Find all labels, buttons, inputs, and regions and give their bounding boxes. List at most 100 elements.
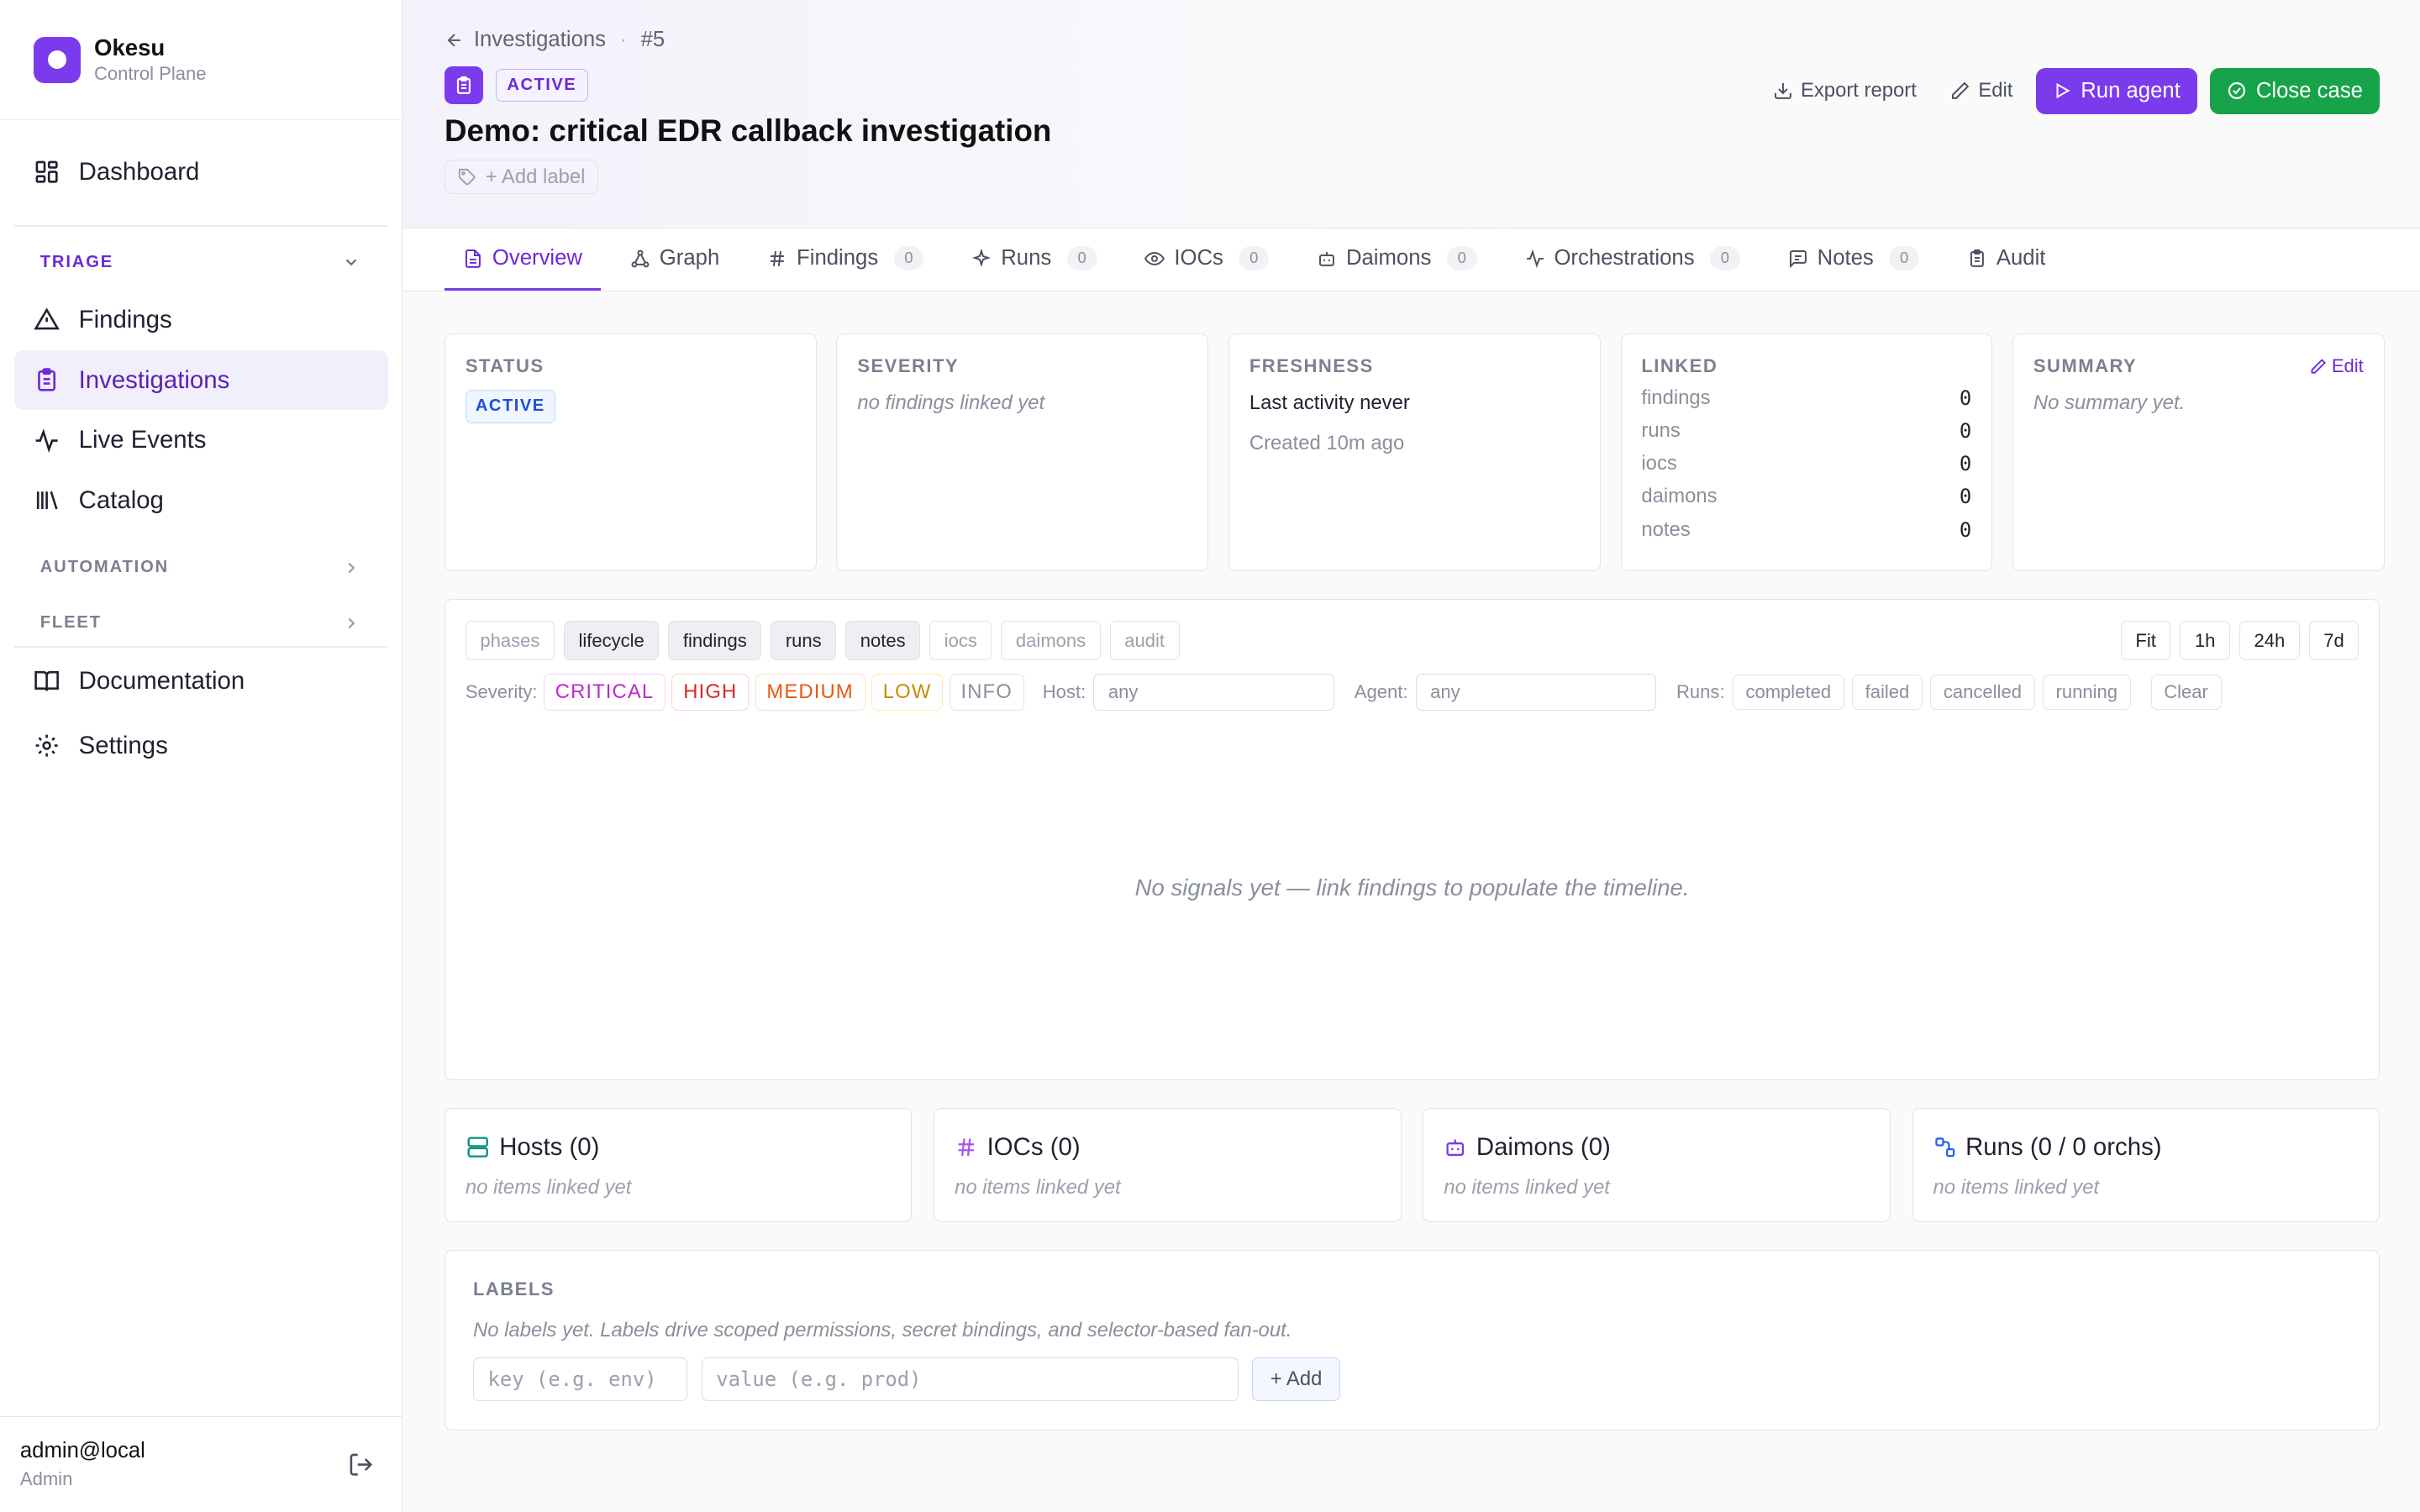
lane-toggles: phases lifecycle findings runs notes iocs daim… bbox=[465, 621, 1180, 660]
tab-label: Overview bbox=[492, 245, 582, 270]
label-value-input[interactable]: value (e.g. prod) bbox=[701, 1357, 1239, 1401]
sidebar-item-investigations[interactable]: Investigations bbox=[13, 349, 388, 411]
sidebar-item-live-events[interactable]: Live Events bbox=[14, 410, 388, 470]
header-actions: Export report Edit Run agent Close case bbox=[1762, 67, 2381, 114]
edit-summary-button[interactable]: Edit bbox=[2310, 355, 2364, 377]
label-key-input[interactable]: key (e.g. env) bbox=[473, 1357, 688, 1401]
run-state-filter-running[interactable]: running bbox=[2042, 674, 2131, 711]
severity-filter-high[interactable]: HIGH bbox=[671, 673, 750, 711]
tab-iocs[interactable]: IOCs 0 bbox=[1126, 228, 1287, 291]
chevron-down-icon bbox=[342, 253, 360, 271]
tab-orchestrations[interactable]: Orchestrations 0 bbox=[1507, 228, 1759, 291]
lane-toggle-lifecycle[interactable]: lifecycle bbox=[563, 621, 660, 660]
edit-button[interactable]: Edit bbox=[1939, 79, 2023, 102]
tab-label: Graph bbox=[659, 245, 720, 270]
add-label-form: key (e.g. env) value (e.g. prod) + Add bbox=[473, 1357, 2351, 1401]
zoom-button[interactable]: 24h bbox=[2238, 621, 2300, 660]
card-empty-text: no items linked yet bbox=[465, 1175, 632, 1199]
card-empty-text: no items linked yet bbox=[1933, 1175, 2100, 1199]
zoom-button[interactable]: Fit bbox=[2120, 621, 2171, 660]
file-text-icon bbox=[463, 249, 483, 269]
agent-filter-input[interactable]: any bbox=[1415, 674, 1657, 711]
run-state-filter-failed[interactable]: failed bbox=[1851, 674, 1923, 711]
card-title: Runs (0 / 0 orchs) bbox=[1965, 1133, 2162, 1162]
sidebar-item-label: Investigations bbox=[78, 365, 230, 394]
section-triage[interactable]: TRIAGE bbox=[0, 234, 402, 290]
close-case-button[interactable]: Close case bbox=[2209, 67, 2381, 114]
section-label: AUTOMATION bbox=[39, 558, 170, 577]
labels-heading: LABELS bbox=[473, 1278, 555, 1299]
sidebar-item-label: Settings bbox=[78, 731, 168, 759]
lane-toggle-findings[interactable]: findings bbox=[668, 621, 762, 660]
timeline-empty-state: No signals yet — link findings to popula… bbox=[1134, 874, 1690, 900]
chevron-right-icon bbox=[342, 614, 360, 633]
linked-row: notes 0 bbox=[1641, 518, 1971, 542]
tab-audit[interactable]: Audit bbox=[1949, 228, 2065, 291]
breadcrumb-parent-link[interactable]: Investigations bbox=[474, 28, 606, 52]
severity-filter-low[interactable]: LOW bbox=[871, 673, 944, 711]
severity-filter-medium[interactable]: MEDIUM bbox=[755, 673, 865, 711]
tab-notes[interactable]: Notes 0 bbox=[1770, 228, 1938, 291]
tab-graph[interactable]: Graph bbox=[612, 228, 738, 291]
add-label-submit-button[interactable]: + Add bbox=[1252, 1357, 1340, 1401]
tab-daimons[interactable]: Daimons 0 bbox=[1298, 228, 1496, 291]
created-time: Created 10m ago bbox=[1249, 432, 1405, 455]
severity-filter-info[interactable]: INFO bbox=[949, 673, 1024, 711]
severity-card: SEVERITY no findings linked yet bbox=[836, 333, 1209, 571]
logout-icon[interactable] bbox=[348, 1452, 374, 1478]
lane-toggle-runs[interactable]: runs bbox=[771, 621, 837, 660]
tab-findings[interactable]: Findings 0 bbox=[749, 228, 942, 291]
run-state-filter-completed[interactable]: completed bbox=[1732, 674, 1844, 711]
linked-key: daimons bbox=[1641, 485, 1718, 508]
lane-toggle-audit[interactable]: audit bbox=[1109, 621, 1180, 660]
lane-toggle-notes[interactable]: notes bbox=[845, 621, 921, 660]
lane-toggle-daimons[interactable]: daimons bbox=[1001, 621, 1101, 660]
hash-icon bbox=[767, 249, 787, 269]
clear-filters-button[interactable]: Clear bbox=[2150, 674, 2222, 711]
brand[interactable]: Okesu Control Plane bbox=[0, 0, 402, 121]
tab-count-badge: 0 bbox=[1066, 245, 1097, 271]
lane-toggle-iocs[interactable]: iocs bbox=[929, 621, 992, 660]
arrow-left-icon[interactable] bbox=[445, 30, 465, 50]
button-label: Run agent bbox=[2081, 78, 2181, 102]
host-filter-input[interactable]: any bbox=[1093, 674, 1334, 711]
sidebar-item-catalog[interactable]: Catalog bbox=[14, 470, 388, 531]
runs-card: Runs (0 / 0 orchs) no items linked yet bbox=[1912, 1107, 2381, 1222]
sidebar: Okesu Control Plane Dashboard TRIAGE Fin… bbox=[0, 0, 403, 1512]
lane-toggle-phases[interactable]: phases bbox=[465, 621, 555, 660]
host-filter-label: Host: bbox=[1042, 681, 1086, 703]
sidebar-item-findings[interactable]: Findings bbox=[14, 290, 388, 350]
card-label: FRESHNESS bbox=[1249, 355, 1374, 377]
tab-overview[interactable]: Overview bbox=[444, 228, 602, 291]
export-report-button[interactable]: Export report bbox=[1762, 79, 1928, 102]
run-agent-button[interactable]: Run agent bbox=[2035, 67, 2198, 114]
section-fleet[interactable]: FLEET bbox=[0, 596, 402, 651]
sidebar-item-settings[interactable]: Settings bbox=[14, 716, 388, 776]
card-label: STATUS bbox=[465, 355, 544, 377]
severity-filter-critical[interactable]: CRITICAL bbox=[543, 673, 666, 711]
card-label: LINKED bbox=[1641, 355, 1718, 377]
sidebar-item-label: Catalog bbox=[78, 486, 164, 514]
zoom-button[interactable]: 1h bbox=[2180, 621, 2230, 660]
user-role: Admin bbox=[19, 1467, 73, 1489]
card-title: Daimons (0) bbox=[1476, 1133, 1611, 1162]
pencil-icon bbox=[2310, 358, 2327, 375]
app-logo bbox=[34, 36, 81, 83]
dashboard-icon bbox=[34, 159, 60, 185]
tab-label: Findings bbox=[797, 245, 879, 270]
clipboard-icon bbox=[34, 367, 60, 393]
sidebar-item-dashboard[interactable]: Dashboard bbox=[14, 142, 388, 202]
pencil-icon bbox=[1950, 81, 1970, 101]
last-activity: Last activity never bbox=[1249, 391, 1410, 414]
sidebar-item-documentation[interactable]: Documentation bbox=[14, 651, 388, 711]
section-automation[interactable]: AUTOMATION bbox=[0, 540, 402, 596]
linked-card: LINKED findings 0 runs 0 iocs 0 daimons 0 no… bbox=[1620, 333, 1993, 571]
run-state-filter-cancelled[interactable]: cancelled bbox=[1930, 674, 2035, 711]
tab-label: IOCs bbox=[1174, 245, 1223, 270]
user-panel: admin@local Admin bbox=[0, 1416, 402, 1512]
add-label-button[interactable]: + Add label bbox=[444, 160, 599, 195]
bot-icon bbox=[1444, 1136, 1467, 1159]
page-title: Demo: critical EDR callback investigatio… bbox=[444, 113, 1052, 149]
tab-runs[interactable]: Runs 0 bbox=[953, 228, 1115, 291]
zoom-button[interactable]: 7d bbox=[2308, 621, 2360, 660]
